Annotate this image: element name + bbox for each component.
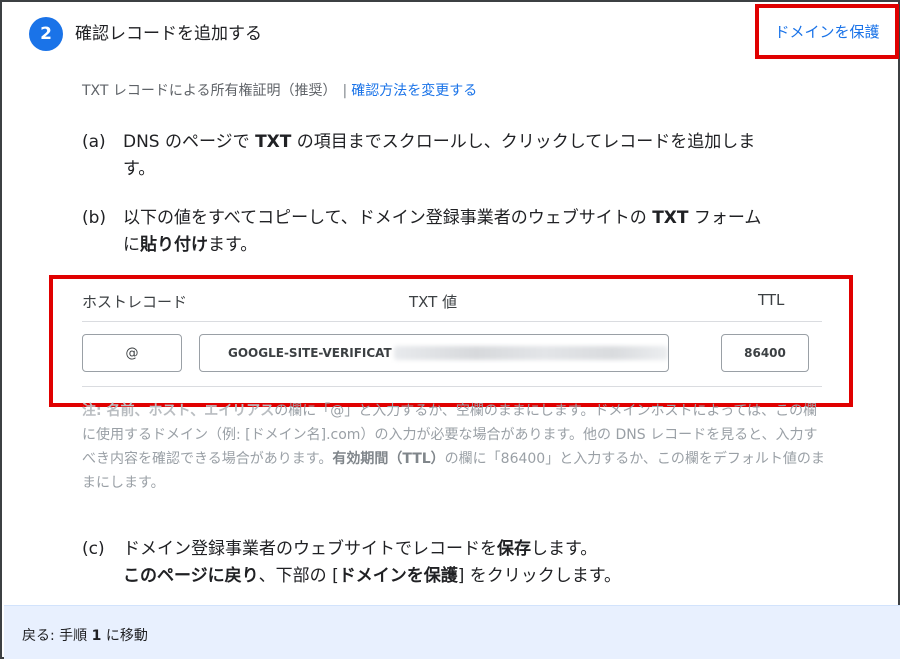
instruction-marker: (a) (82, 132, 106, 152)
instruction-a: (a) DNS のページで TXT の項目までスクロールし、クリックしてレコード… (82, 129, 842, 185)
dns-record-table: ホストレコード TXT 値 TTL @ GOOGLE-SITE-VERIFICA… (82, 285, 822, 387)
protect-domain-button[interactable]: ドメインを保護 (755, 4, 899, 59)
instruction-c: (c) ドメイン登録事業者のウェブサイトでレコードを保存します。 このページに戻… (82, 536, 842, 592)
header-ttl: TTL (758, 291, 785, 309)
instruction-text-part: に (123, 235, 140, 255)
instruction-text-part: フォーム (688, 208, 762, 228)
instruction-marker: (b) (82, 208, 107, 228)
instruction-text-part: す。 (123, 159, 156, 179)
instruction-bold: TXT (255, 132, 292, 152)
method-label: TXT レコードによる所有権証明（推奨） (82, 83, 337, 99)
note-bold: 有効期間（TTL） (332, 451, 445, 467)
step-number-badge: 2 (29, 17, 63, 51)
instruction-text: ドメイン登録事業者のウェブサイトでレコードを保存します。 このページに戻り、下部… (123, 536, 621, 590)
header-txt-value: TXT 値 (409, 293, 458, 311)
instruction-text-part: DNS のページで (123, 132, 256, 152)
instruction-text: 以下の値をすべてコピーして、ドメイン登録事業者のウェブサイトの TXT フォーム… (123, 205, 761, 259)
back-text-part: 戻る: 手順 (22, 628, 92, 644)
instruction-text-part: ます。 (208, 235, 258, 255)
note-text: 注: 名前、ホスト、エイリアスの欄に「@」と入力するか、空欄のままにします。ドメ… (82, 399, 827, 495)
instruction-marker: (c) (82, 539, 105, 559)
table-divider (82, 386, 822, 387)
instruction-text-part: ドメイン登録事業者のウェブサイトでレコードを (123, 539, 497, 559)
back-text-part: に移動 (101, 628, 148, 644)
instruction-text-part: 、下部の [ (258, 566, 339, 586)
dialog-frame: 2 確認レコードを追加する TXT レコードによる所有権証明（推奨） | 確認方法を… (0, 0, 900, 659)
redacted-value (393, 346, 668, 360)
method-separator: | (342, 83, 348, 99)
instruction-b: (b) 以下の値をすべてコピーして、ドメイン登録事業者のウェブサイトの TXT … (82, 205, 842, 261)
note-bold: 注: 名前、ホスト、エイリアス (82, 403, 275, 419)
instruction-bold: TXT (652, 208, 689, 228)
table-divider (82, 321, 822, 322)
instruction-text-part: します。 (531, 539, 598, 559)
instruction-text: DNS のページで TXT の項目までスクロールし、クリックしてレコードを追加し… (123, 129, 755, 183)
instruction-bold: ドメインを保護 (338, 566, 458, 586)
header-host-record: ホストレコード (82, 293, 188, 311)
step-title: 確認レコードを追加する (75, 24, 262, 44)
change-method-link[interactable]: 確認方法を変更する (351, 83, 477, 99)
back-step-number: 1 (91, 628, 102, 644)
host-record-field[interactable]: @ (82, 334, 182, 372)
dialog-footer: 戻る: 手順 1 に移動 (4, 605, 900, 659)
instruction-bold: 貼り付け (140, 235, 208, 255)
back-to-step-1-link[interactable]: 戻る: 手順 1 に移動 (22, 625, 148, 645)
instruction-bold: 保存 (497, 539, 531, 559)
instruction-bold: このページに戻り (123, 566, 259, 586)
txt-value-text: GOOGLE-SITE-VERIFICAT (228, 346, 392, 360)
ttl-field[interactable]: 86400 (721, 334, 809, 372)
verification-method-line: TXT レコードによる所有権証明（推奨） | 確認方法を変更する (82, 80, 477, 100)
instruction-text-part: 以下の値をすべてコピーして、ドメイン登録事業者のウェブサイトの (123, 208, 653, 228)
instruction-text-part: の項目までスクロールし、クリックしてレコードを追加しま (291, 132, 756, 152)
instruction-text-part: ] をクリックします。 (457, 566, 622, 586)
txt-value-field[interactable]: GOOGLE-SITE-VERIFICAT (199, 334, 669, 372)
